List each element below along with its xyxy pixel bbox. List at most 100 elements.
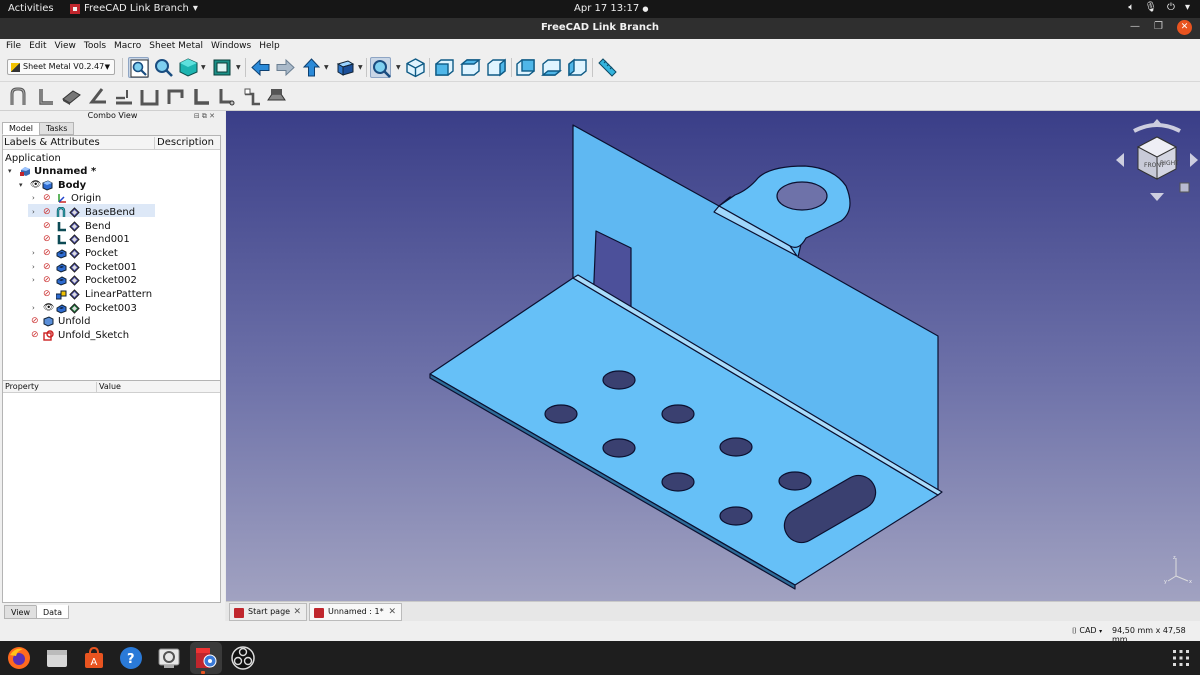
freecad-dock-button[interactable]	[190, 642, 222, 674]
help-icon[interactable]: ?	[118, 645, 144, 671]
column-description[interactable]: Description	[154, 137, 214, 150]
expand-arrow-icon[interactable]: ›	[32, 302, 35, 315]
eye-icon[interactable]: 👁︎	[43, 302, 54, 313]
hidden-eye-icon[interactable]: ⊘	[43, 261, 54, 272]
select-up-button[interactable]	[301, 57, 322, 78]
view-bottom-button[interactable]	[541, 57, 562, 78]
relief-button[interactable]	[139, 86, 160, 107]
tree-item-origin[interactable]: › ⊘ Origin	[3, 192, 220, 205]
hidden-eye-icon[interactable]: ⊘	[43, 274, 54, 285]
fit-selection-button[interactable]	[153, 57, 174, 78]
expand-arrow-icon[interactable]: ▾	[19, 179, 23, 192]
caret-down-icon[interactable]: ▼	[396, 64, 401, 71]
menu-windows[interactable]: Windows	[211, 41, 251, 51]
activities-button[interactable]: Activities	[8, 3, 54, 14]
close-button[interactable]: ✕	[1177, 20, 1192, 35]
minimize-button[interactable]: —	[1130, 21, 1140, 35]
menu-macro[interactable]: Macro	[114, 41, 141, 51]
tree-item-unfold-sketch[interactable]: ⊘ Unfold_Sketch	[3, 329, 220, 342]
expand-arrow-icon[interactable]: ›	[32, 247, 35, 260]
tree-item-pocket002[interactable]: › ⊘ Pocket002	[3, 274, 220, 287]
expand-arrow-icon[interactable]: ›	[32, 261, 35, 274]
bend-button[interactable]	[191, 86, 212, 107]
software-store-icon[interactable]: A	[81, 645, 107, 671]
corner-relief-button[interactable]	[242, 86, 263, 107]
panel-controls[interactable]: ⊟ ⧉ ✕	[194, 111, 215, 121]
hidden-eye-icon[interactable]: ⊘	[43, 233, 54, 244]
hidden-eye-icon[interactable]: ⊘	[43, 206, 54, 217]
make-wall-button[interactable]	[35, 86, 56, 107]
close-tab-icon[interactable]: ✕	[388, 604, 396, 620]
draw-style-button[interactable]	[178, 57, 199, 78]
menu-edit[interactable]: Edit	[29, 41, 46, 51]
3d-viewport[interactable]: FRONT RIGHT z x y	[226, 111, 1200, 601]
fold-button[interactable]	[87, 86, 108, 107]
obs-studio-icon[interactable]	[230, 645, 256, 671]
tab-unnamed[interactable]: Unnamed : 1* ✕	[309, 603, 402, 621]
show-applications-icon[interactable]	[1172, 649, 1190, 667]
measure-zoom-button[interactable]	[370, 57, 391, 78]
sheet-metal-bracket-model[interactable]	[226, 111, 1200, 601]
tab-tasks[interactable]: Tasks	[39, 122, 75, 135]
junction-button[interactable]	[165, 86, 186, 107]
expand-arrow-icon[interactable]: ›	[32, 192, 35, 205]
hidden-eye-icon[interactable]: ⊘	[43, 220, 54, 231]
forming-button[interactable]	[266, 86, 287, 107]
tab-model[interactable]: Model	[2, 122, 41, 135]
view-isometric-button[interactable]	[405, 57, 426, 78]
column-value[interactable]: Value	[96, 382, 121, 393]
caret-down-icon[interactable]: ▼	[324, 64, 329, 71]
menu-file[interactable]: File	[6, 41, 21, 51]
bounding-box-button[interactable]	[212, 57, 233, 78]
app-menu[interactable]: FreeCAD Link Branch ▾	[70, 3, 198, 14]
caret-down-icon[interactable]: ▼	[358, 64, 363, 71]
view-rear-button[interactable]	[515, 57, 536, 78]
screenshot-viewer-icon[interactable]	[156, 645, 182, 671]
hidden-eye-icon[interactable]: ⊘	[43, 247, 54, 258]
hidden-eye-icon[interactable]: ⊘	[31, 315, 42, 326]
fit-all-button[interactable]	[128, 57, 149, 78]
firefox-icon[interactable]	[6, 645, 32, 671]
forward-button[interactable]	[275, 57, 296, 78]
std-views-button[interactable]	[335, 57, 356, 78]
system-tray[interactable]: 🔈︎ 🎙︎ ⏻ ▾	[1128, 2, 1190, 13]
tree-item-bend001[interactable]: ⊘ Bend001	[3, 233, 220, 246]
measure-distance-button[interactable]	[597, 57, 618, 78]
eye-icon[interactable]: 👁︎	[30, 179, 41, 190]
unfold-button[interactable]	[113, 86, 134, 107]
files-icon[interactable]	[44, 645, 70, 671]
view-top-button[interactable]	[460, 57, 481, 78]
close-tab-icon[interactable]: ✕	[293, 604, 301, 620]
tree-item-linearpattern[interactable]: ⊘ LinearPattern	[3, 288, 220, 301]
expand-arrow-icon[interactable]: ▾	[8, 165, 12, 178]
tree-item-bend[interactable]: ⊘ Bend	[3, 220, 220, 233]
menu-sheet-metal[interactable]: Sheet Metal	[149, 41, 203, 51]
navigation-style-selector[interactable]: ⌷ CAD ▾	[1072, 626, 1102, 636]
tree-item-body[interactable]: ▾ 👁︎ Body	[3, 179, 220, 192]
expand-arrow-icon[interactable]: ›	[32, 274, 35, 287]
view-left-button[interactable]	[567, 57, 588, 78]
maximize-button[interactable]: ❐	[1154, 21, 1163, 35]
caret-down-icon[interactable]: ▼	[201, 64, 206, 71]
make-base-wall-button[interactable]	[8, 86, 29, 107]
view-front-button[interactable]	[434, 57, 455, 78]
hidden-eye-icon[interactable]: ⊘	[43, 288, 54, 299]
tab-data[interactable]: Data	[35, 605, 70, 619]
navigation-cube[interactable]: FRONT RIGHT	[1114, 117, 1200, 203]
tree-item-pocket001[interactable]: › ⊘ Pocket001	[3, 261, 220, 274]
tree-item-pocket[interactable]: › ⊘ Pocket	[3, 247, 220, 260]
menu-help[interactable]: Help	[259, 41, 280, 51]
model-tree[interactable]: Labels & Attributes Description Applicat…	[2, 135, 221, 389]
hidden-eye-icon[interactable]: ⊘	[43, 192, 54, 203]
tree-item-pocket003[interactable]: › 👁︎ Pocket003	[3, 302, 220, 315]
hidden-eye-icon[interactable]: ⊘	[31, 329, 42, 340]
window-title-bar[interactable]: FreeCAD Link Branch — ❐ ✕	[0, 18, 1200, 39]
tree-item-basebend[interactable]: › ⊘ BaseBend	[3, 206, 220, 219]
extend-face-button[interactable]	[61, 86, 82, 107]
tree-item-unfold[interactable]: ⊘ Unfold	[3, 315, 220, 328]
expand-arrow-icon[interactable]: ›	[32, 206, 35, 219]
back-button[interactable]	[250, 57, 271, 78]
sketch-on-sheet-button[interactable]	[216, 86, 237, 107]
column-property[interactable]: Property	[5, 382, 39, 391]
tree-item-document[interactable]: ▾ Unnamed *	[3, 165, 220, 178]
